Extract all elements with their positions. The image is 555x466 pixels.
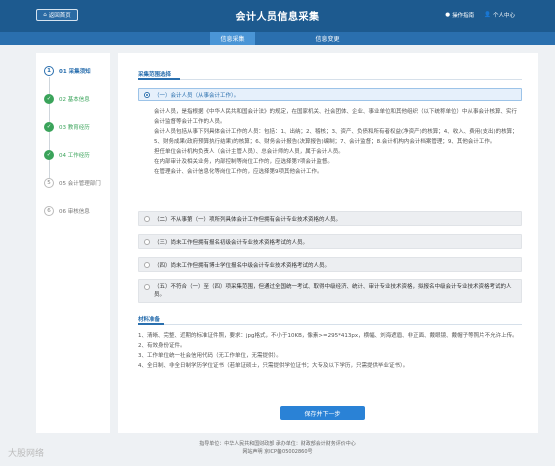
scope-option-3[interactable]: （三）尚未工作但拥有报名初级会计专业技术资格考试的人员。 bbox=[138, 234, 522, 249]
user-center-link[interactable]: 👤 个人中心 bbox=[484, 11, 515, 19]
divider bbox=[138, 79, 522, 80]
scope-option-1[interactable]: （一）会计人员（从事会计工作）。 bbox=[138, 88, 522, 101]
step-4[interactable]: ✓ 04 工作经历 bbox=[44, 149, 90, 161]
tab-info-change[interactable]: 信息变更 bbox=[305, 32, 350, 45]
desc-para: 在内部审计及相关业务，内部控制等岗位工作的，应选择第?项会计监督。 bbox=[154, 159, 333, 165]
main-panel: 采集范围选择 （一）会计人员（从事会计工作）。 会计人员，是指根据《中华人民共和… bbox=[118, 53, 538, 433]
step-sidebar: 1 01 采集须知 ✓ 02 基本信息 ✓ 03 教育经历 ✓ 04 工作经历 5 05 … bbox=[36, 53, 110, 433]
footer-line-1: 指导单位：中华人民共和国财政部 承办单位：财政部会计财务评价中心 bbox=[199, 441, 356, 447]
material-item: 2、有效身份证件。 bbox=[138, 343, 186, 349]
tab-bar: 信息采集 信息变更 bbox=[0, 32, 555, 45]
info-icon: ● bbox=[445, 12, 451, 18]
divider bbox=[138, 324, 522, 325]
desc-para: 会计人员包括从事下列具体会计工作的人员：包括：1、出纳；2、稽核；3、资产、负债… bbox=[154, 129, 518, 145]
footer: 指导单位：中华人民共和国财政部 承办单位：财政部会计财务评价中心 网站声明 京I… bbox=[0, 440, 555, 456]
scope-description: 会计人员，是指根据《中华人民共和国会计法》的规定，在国家机关、社会团体、企业、事… bbox=[138, 107, 522, 177]
section-underline bbox=[138, 78, 180, 80]
save-next-button[interactable]: 保存并下一步 bbox=[280, 406, 365, 420]
check-icon: ✓ bbox=[44, 94, 54, 104]
user-icon: 👤 bbox=[484, 12, 491, 18]
section-title-scope: 采集范围选择 bbox=[138, 72, 172, 78]
materials-list: 1、清晰、完整、近期的标准证件照，要求：jpg格式，不小于10KB，像素>=29… bbox=[138, 331, 522, 371]
step-1[interactable]: 1 01 采集须知 bbox=[44, 65, 91, 77]
desc-para: 在管理会计、会计信息化等岗位工作的，应选择第9项其他会计工作。 bbox=[154, 169, 323, 175]
operation-guide-link[interactable]: ● 操作指南 bbox=[445, 11, 474, 19]
radio-icon bbox=[144, 261, 150, 268]
footer-line-2: 网站声明 京ICP备05002860号 bbox=[242, 449, 313, 455]
step-number: 5 bbox=[44, 178, 54, 188]
check-icon: ✓ bbox=[44, 122, 54, 132]
step-number: 6 bbox=[44, 206, 54, 216]
desc-para: 会计人员，是指根据《中华人民共和国会计法》的规定，在国家机关、社会团体、企业、事… bbox=[154, 109, 518, 125]
tab-info-collection[interactable]: 信息采集 bbox=[210, 32, 255, 45]
watermark: 大股网络 bbox=[8, 449, 45, 459]
step-5[interactable]: 5 05 会计管理部门 bbox=[44, 177, 101, 189]
check-icon: ✓ bbox=[44, 150, 54, 160]
section-title-materials: 材料准备 bbox=[138, 317, 161, 323]
section-underline bbox=[138, 323, 164, 325]
radio-icon bbox=[144, 91, 150, 98]
step-6[interactable]: 6 06 审核信息 bbox=[44, 205, 90, 217]
step-2[interactable]: ✓ 02 基本信息 bbox=[44, 93, 90, 105]
scope-option-4[interactable]: （四）尚未工作但拥有博士学位报名中级会计专业技术资格考试的人员。 bbox=[138, 257, 522, 272]
radio-icon bbox=[144, 284, 150, 290]
scope-option-5[interactable]: （五）不符合（一）至（四）项采集范围，但通过全国统一考试、取得中级经济、统计、审… bbox=[138, 279, 522, 303]
radio-icon bbox=[144, 215, 150, 222]
step-3[interactable]: ✓ 03 教育经历 bbox=[44, 121, 90, 133]
material-item: 4、全日制、非全日制学历学位证书（若单证硕士，只需提供学位证书；大专及以下学历，… bbox=[138, 363, 409, 369]
radio-icon bbox=[144, 238, 150, 245]
material-item: 3、工作单位统一社会信用代码（无工作单位，无需提供）。 bbox=[138, 353, 282, 359]
desc-para: 担任单位会计机构负责人（会计主管人员）、总会计师的人员，属于会计人员。 bbox=[154, 149, 344, 155]
top-header-bar: ⌂ 返回首页 会计人员信息采集 ● 操作指南 👤 个人中心 bbox=[0, 0, 555, 32]
material-item: 1、清晰、完整、近期的标准证件照，要求：jpg格式，不小于10KB，像素>=29… bbox=[138, 333, 518, 339]
scope-option-2[interactable]: （二）不从事第（一）项所列具体会计工作但拥有会计专业技术资格的人员。 bbox=[138, 211, 522, 226]
step-number: 1 bbox=[44, 66, 54, 76]
